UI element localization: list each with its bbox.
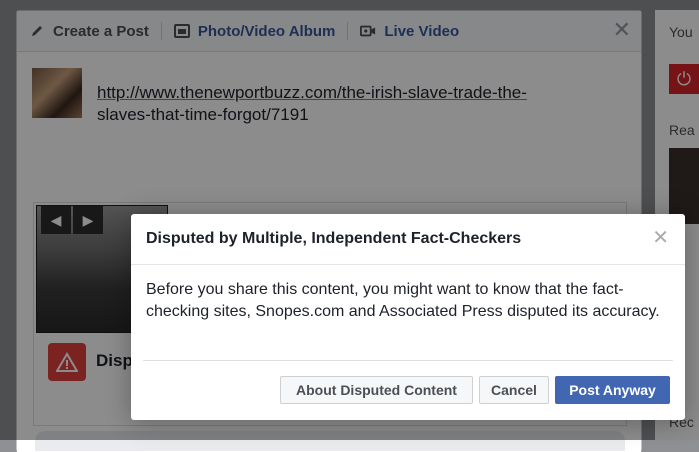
about-disputed-content-button[interactable]: About Disputed Content (280, 376, 473, 404)
dialog-title: Disputed by Multiple, Independent Fact-C… (131, 214, 685, 265)
disputed-dialog: Disputed by Multiple, Independent Fact-C… (131, 214, 685, 420)
dialog-message: Before you share this content, you might… (146, 281, 660, 320)
cancel-button[interactable]: Cancel (479, 376, 549, 404)
post-anyway-button[interactable]: Post Anyway (555, 376, 670, 404)
dialog-footer: About Disputed Content Cancel Post Anywa… (143, 360, 673, 421)
dialog-close-icon[interactable]: ✕ (652, 228, 669, 248)
